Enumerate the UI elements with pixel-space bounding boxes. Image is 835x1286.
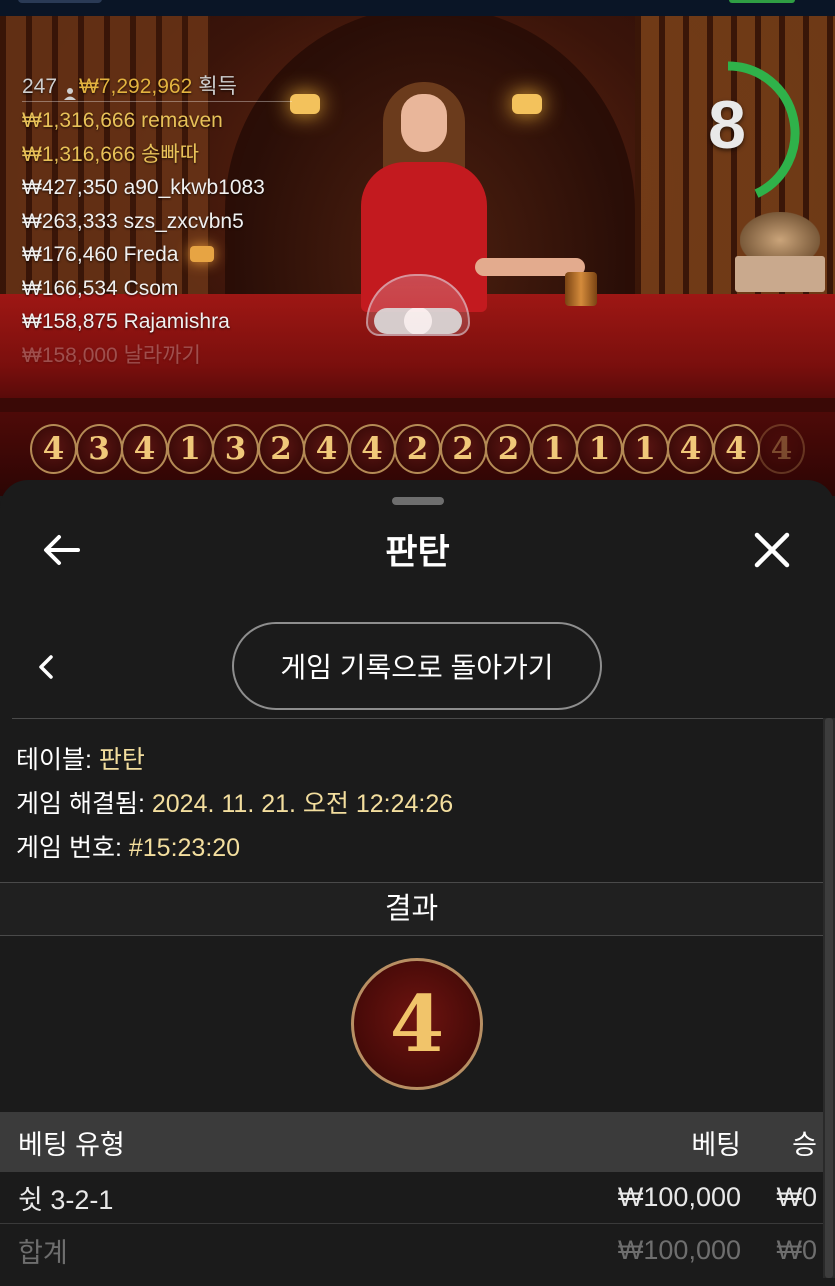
bet-column-header: 베팅 [691,1129,741,1160]
history-bead: 2 [439,424,487,474]
bet-amount: ₩100,000 [617,1182,741,1212]
total-win: ₩0 [776,1234,818,1265]
history-bead: 4 [303,424,350,474]
resolved-info-row: 게임 해결됨: 2024. 11. 21. 오전 12:24:26 [16,790,454,818]
timer-seconds: 8 [708,87,746,163]
history-bead: 4 [758,424,805,474]
white-beads [374,308,462,334]
leaderboard-row: ₩1,316,666 remaven [22,109,223,132]
scrollbar-thumb[interactable] [825,718,833,1278]
lantern-light [290,94,320,114]
divider [12,718,823,719]
leaderboard-row: ₩1,316,666 송빠따 [22,142,200,166]
game-number-row: 게임 번호: #15:23:20 [16,834,241,862]
history-bead: 4 [348,424,396,474]
win-column-header: 승 [792,1129,817,1160]
sheet-drag-handle[interactable] [392,497,444,505]
player-count: 247 [22,74,58,98]
history-bead: 4 [121,424,168,474]
top-right-balance-button[interactable] [729,0,795,3]
history-bead: 1 [621,424,669,474]
result-bead: 4 [351,958,483,1090]
bet-type: 쉿 3-2-1 [18,1185,114,1215]
history-bead: 1 [576,424,623,474]
scrollbar[interactable] [823,718,835,1278]
statue-pedestal [735,256,825,292]
top-left-control[interactable] [18,0,102,3]
history-bead: 4 [712,424,760,474]
leaderboard-row: ₩263,333 szs_zxcvbn5 [22,209,244,233]
win-amount: ₩0 [776,1182,818,1212]
history-bead: 4 [667,424,714,474]
user-icon [63,80,77,100]
countdown-timer: 8 [686,50,804,200]
leaderboard-row: ₩158,000 날라까기 [22,343,201,367]
history-bead: 2 [394,424,441,474]
table-name: 판탄 [98,746,145,774]
leaderboard-row: ₩166,534 Csom [22,276,179,300]
result-header: 결과 [0,882,823,936]
total-won-amount: ₩7,292,962 [79,74,193,98]
top-status-bar [0,0,835,16]
table-info-row: 테이블: 판탄 [16,746,145,774]
leaderboard-row: ₩176,460 Freda [22,243,179,266]
history-bead: 2 [257,424,305,474]
history-bead: 3 [75,424,123,474]
brass-cup [565,272,597,306]
leaderboard-row: ₩427,350 a90_kkwb1083 [22,176,265,199]
game-history-sheet: 판탄 게임 기록으로 돌아가기 테이블: 판탄 게임 해결됨: 2024. 11… [0,480,835,1286]
winners-leaderboard: 247 ₩7,292,962 획득 ₩1,316,666 remaven ₩1,… [22,72,292,372]
bets-table: 베팅 유형 베팅 승 쉿 3-2-1 ₩100,000 ₩0 합계 ₩100,0… [0,1112,823,1276]
total-row: 합계 ₩100,000 ₩0 [0,1224,823,1276]
history-bead: 1 [166,424,214,474]
leaderboard-header: 247 ₩7,292,962 획득 [22,72,292,102]
total-label: 합계 [18,1237,68,1268]
chevron-left-icon[interactable] [32,650,62,684]
lantern-light [512,94,542,114]
game-number: #15:23:20 [128,834,241,862]
bets-table-header: 베팅 유형 베팅 승 [0,1112,823,1172]
history-bead: 1 [530,424,578,474]
game-info: 테이블: 판탄 게임 해결됨: 2024. 11. 21. 오전 12:24:2… [16,738,453,870]
won-label: 획득 [198,74,237,98]
table-edge [0,398,835,412]
back-to-game-history-button[interactable]: 게임 기록으로 돌아가기 [232,622,602,710]
resolved-time: 2024. 11. 21. 오전 12:24:26 [151,790,454,818]
result-history-strip: 43413244222111444 [30,424,805,476]
history-bead: 2 [485,424,532,474]
close-icon[interactable] [750,528,794,572]
leaderboard-row: ₩158,875 Rajamishra [22,310,230,333]
history-bead: 3 [212,424,259,474]
history-bead: 4 [30,424,77,474]
table-row: 쉿 3-2-1 ₩100,000 ₩0 [0,1172,823,1224]
total-bet: ₩100,000 [617,1234,741,1265]
sheet-title: 판탄 [385,533,450,572]
bet-type-column-header: 베팅 유형 [18,1129,125,1160]
